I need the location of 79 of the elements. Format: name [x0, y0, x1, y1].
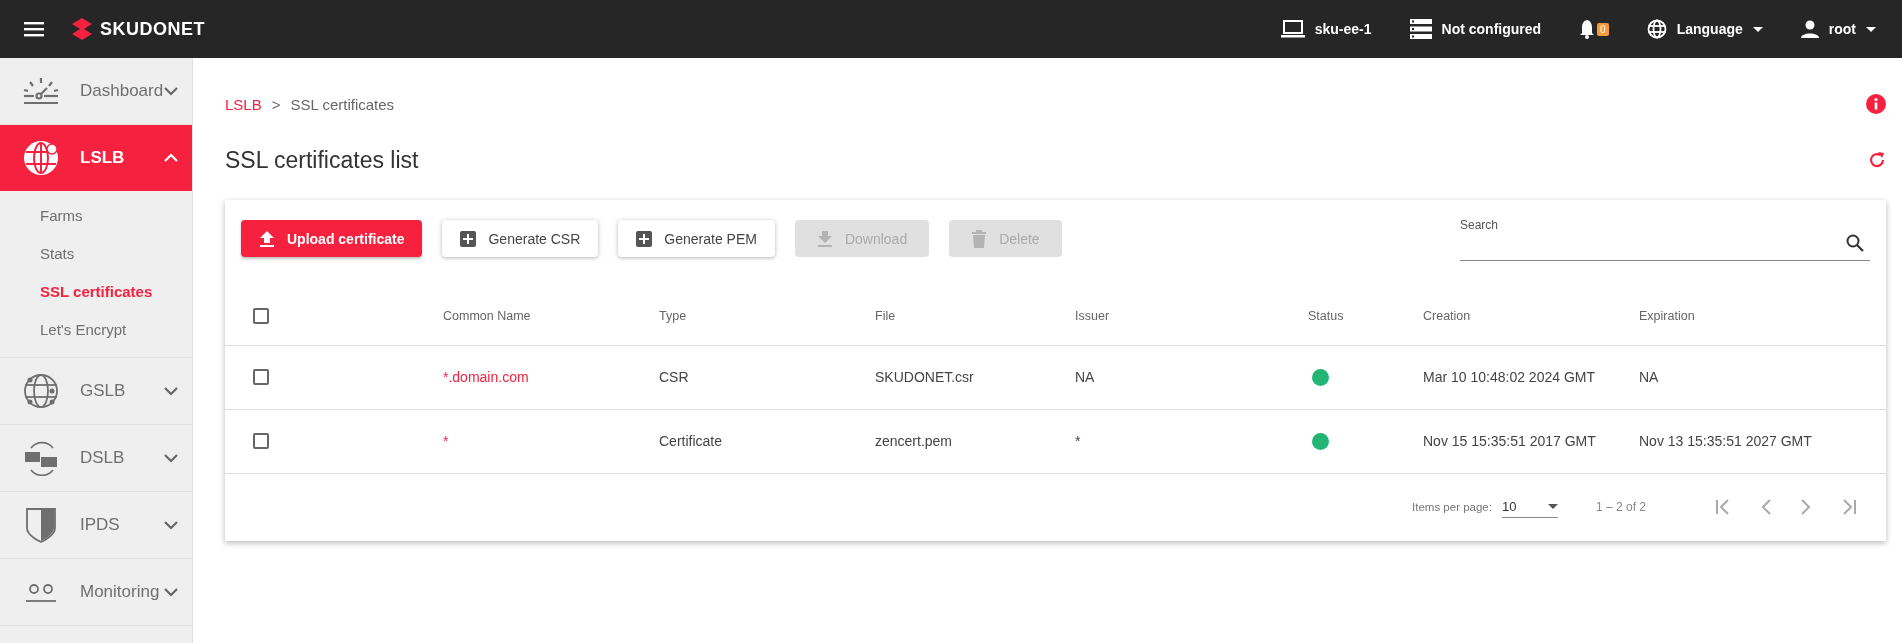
- column-header[interactable]: File: [875, 309, 896, 324]
- column-header[interactable]: Common Name: [443, 309, 531, 324]
- table-cell: NA: [1639, 369, 1659, 385]
- bell-icon[interactable]: [1579, 19, 1596, 39]
- refresh-icon[interactable]: [1868, 151, 1886, 169]
- plus-box-icon: [636, 229, 653, 248]
- row-checkbox[interactable]: [253, 369, 269, 385]
- servers-sync-icon: [23, 440, 59, 476]
- chevron-icon: [164, 153, 178, 163]
- common-name-link[interactable]: *: [443, 433, 449, 449]
- server-icon: [1409, 19, 1432, 39]
- chevron-icon: [164, 86, 178, 96]
- breadcrumb-separator: >: [271, 95, 281, 113]
- table-cell: zencert.pem: [875, 433, 953, 449]
- toolbar-button[interactable]: Upload certificate: [241, 220, 423, 257]
- info-icon[interactable]: [1866, 94, 1886, 114]
- items-per-page-label: Items per page:: [1412, 501, 1492, 513]
- sidebar-item[interactable]: LSLB: [0, 125, 192, 191]
- brand-name: SKUDONET: [100, 18, 205, 40]
- cluster-status[interactable]: Not configured: [1441, 21, 1542, 37]
- table-cell: Mar 10 10:48:02 2024 GMT: [1423, 369, 1595, 385]
- sidebar-item[interactable]: Dashboard: [0, 58, 192, 124]
- breadcrumb-item[interactable]: LSLB: [225, 95, 262, 113]
- submenu-item[interactable]: Stats: [0, 235, 192, 273]
- sidebar-item[interactable]: GSLB: [0, 358, 192, 424]
- common-name-link[interactable]: *.domain.com: [443, 369, 529, 385]
- table-cell: Certificate: [659, 433, 723, 449]
- page-size-select[interactable]: 10: [1501, 496, 1558, 518]
- search-field[interactable]: Search: [1460, 218, 1870, 261]
- gauge-icon: [22, 76, 60, 106]
- column-header[interactable]: Status: [1308, 309, 1344, 324]
- sidebar-item[interactable]: Monitoring: [0, 559, 192, 625]
- table-cell: CSR: [659, 369, 689, 385]
- caret-icon: [1866, 26, 1876, 32]
- column-header[interactable]: Creation: [1423, 309, 1471, 324]
- trash-icon: [971, 229, 988, 248]
- table-cell: Nov 13 15:35:51 2027 GMT: [1639, 433, 1812, 449]
- table-cell: *: [1075, 433, 1081, 449]
- plus-box-icon: [460, 229, 477, 248]
- download-icon: [816, 229, 833, 248]
- globe-icon: [1646, 19, 1667, 39]
- monitor-icon: [26, 581, 56, 603]
- user-icon: [1800, 20, 1819, 38]
- user-menu[interactable]: root: [1828, 21, 1856, 37]
- search-icon[interactable]: [1846, 234, 1864, 252]
- chevron-icon: [164, 386, 178, 396]
- toolbar-button[interactable]: Generate CSR: [442, 220, 599, 257]
- upload-icon: [259, 229, 275, 248]
- column-header[interactable]: Expiration: [1639, 309, 1695, 324]
- submenu-item[interactable]: Farms: [0, 197, 192, 235]
- table-cell: Nov 15 15:35:51 2017 GMT: [1423, 433, 1596, 449]
- table-cell: NA: [1075, 369, 1095, 385]
- page-title: SSL certificates list: [225, 146, 419, 174]
- page-range: 1 – 2 of 2: [1595, 500, 1646, 514]
- row-checkbox[interactable]: [253, 433, 269, 449]
- notification-count: 0: [1597, 22, 1609, 36]
- shield-icon: [24, 506, 58, 544]
- sidebar-item[interactable]: IPDS: [0, 492, 192, 558]
- laptop-icon: [1280, 20, 1305, 38]
- submenu-item[interactable]: SSL certificates: [0, 273, 192, 311]
- chevron-icon: [164, 453, 178, 463]
- caret-icon: [1752, 26, 1763, 32]
- select-all-checkbox[interactable]: [253, 308, 269, 325]
- chevron-icon: [164, 520, 178, 530]
- column-header[interactable]: Type: [659, 309, 687, 324]
- toolbar-button[interactable]: Generate PEM: [618, 220, 775, 257]
- column-header[interactable]: Issuer: [1075, 309, 1110, 324]
- logo-icon: [70, 17, 94, 41]
- globe-icon: [23, 373, 59, 409]
- globe-icon: [23, 140, 59, 176]
- menu-icon[interactable]: [24, 21, 44, 37]
- caret-icon: [1547, 504, 1558, 509]
- table-cell: SKUDONET.csr: [875, 369, 974, 385]
- language-menu[interactable]: Language: [1676, 21, 1743, 37]
- submenu-item[interactable]: Let's Encrypt: [0, 311, 192, 349]
- breadcrumb-item: SSL certificates: [290, 95, 395, 113]
- sidebar-item[interactable]: DSLB: [0, 425, 192, 491]
- host-name[interactable]: sku-ee-1: [1314, 21, 1372, 37]
- chevron-icon: [164, 587, 178, 597]
